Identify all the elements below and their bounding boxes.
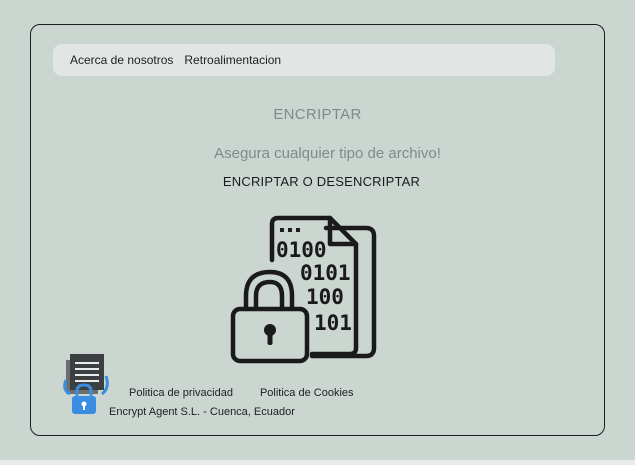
encrypt-agent-logo-icon — [63, 354, 109, 414]
binary-file-padlock-icon[interactable]: 0100 0101 100 101 — [228, 212, 380, 364]
bottom-strip — [0, 460, 635, 465]
encrypt-decrypt-link[interactable]: ENCRIPTAR O DESENCRIPTAR — [0, 174, 635, 189]
binary-line: 0101 — [300, 261, 351, 285]
nav-link-feedback[interactable]: Retroalimentacion — [184, 53, 281, 67]
binary-line: 100 — [306, 285, 344, 309]
top-navbar: Acerca de nosotros Retroalimentacion — [53, 44, 555, 76]
page-subtitle: Asegura cualquier tipo de archivo! — [214, 145, 441, 162]
binary-line: 0100 — [276, 238, 327, 262]
footer-links: Politica de privacidad Politica de Cookie… — [129, 387, 354, 399]
nav-link-about[interactable]: Acerca de nosotros — [70, 53, 173, 67]
cookies-policy-link[interactable]: Politica de Cookies — [260, 387, 354, 399]
page-title: ENCRIPTAR — [273, 106, 362, 123]
company-info: Encrypt Agent S.L. - Cuenca, Ecuador — [109, 406, 295, 418]
binary-line: 101 — [314, 311, 352, 335]
privacy-policy-link[interactable]: Politica de privacidad — [129, 387, 233, 399]
